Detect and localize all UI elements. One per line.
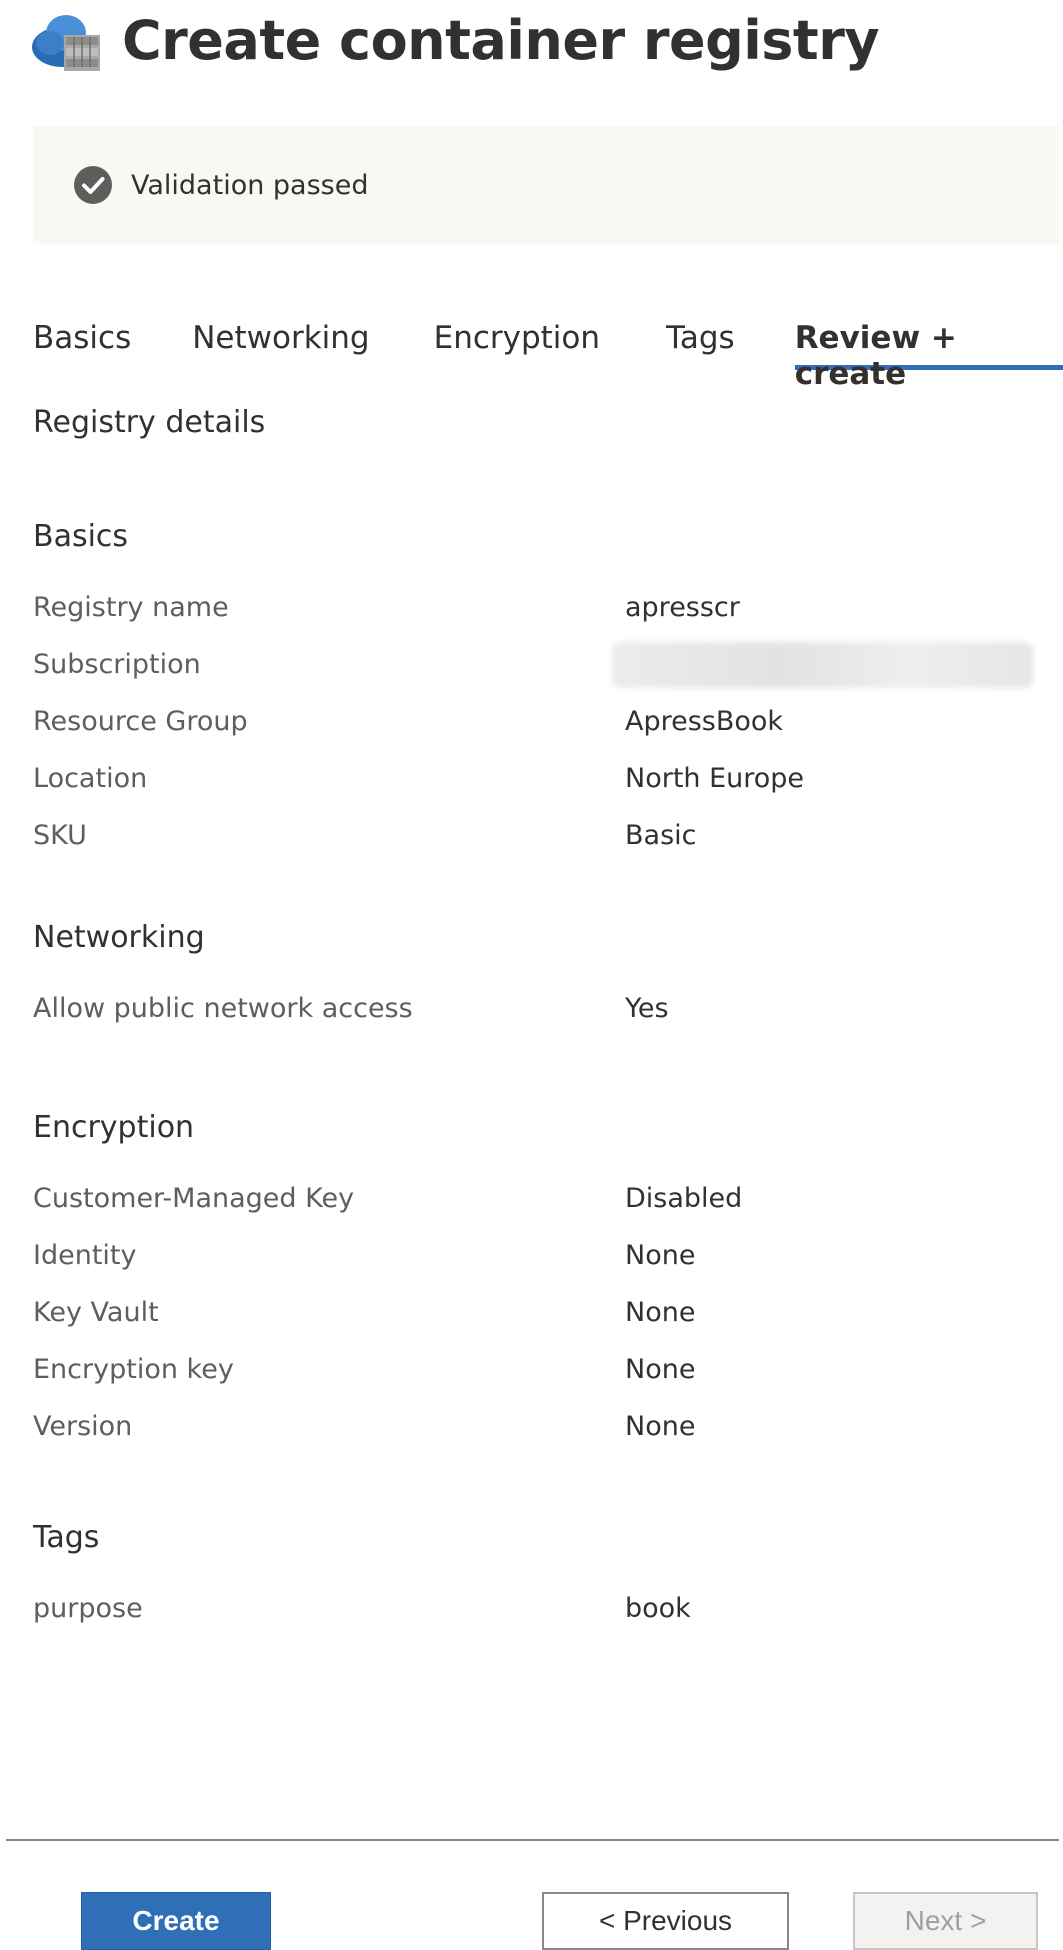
detail-label: purpose (33, 1593, 143, 1624)
section-tags-title: Tags (33, 1520, 100, 1555)
page-header: Create container registry (28, 0, 880, 80)
detail-label: Registry name (33, 592, 229, 623)
check-circle-icon (74, 166, 112, 204)
detail-label: Location (33, 763, 148, 794)
detail-row-identity: Identity None (33, 1227, 1033, 1284)
detail-value: book (625, 1593, 691, 1624)
next-button[interactable]: Next > (853, 1892, 1038, 1950)
detail-row-registry-name: Registry name apresscr (33, 579, 1033, 636)
detail-row-customer-managed-key: Customer-Managed Key Disabled (33, 1170, 1033, 1227)
detail-label: Key Vault (33, 1297, 159, 1328)
section-basics-title: Basics (33, 519, 129, 554)
detail-value: None (625, 1411, 696, 1442)
detail-row-encryption-key: Encryption key None (33, 1341, 1033, 1398)
detail-row-subscription: Subscription (33, 636, 1033, 693)
tab-review-create[interactable]: Review + create (794, 310, 1063, 392)
create-button[interactable]: Create (81, 1892, 271, 1950)
detail-row-tag-purpose: purpose book (33, 1580, 1033, 1637)
detail-label: Customer-Managed Key (33, 1183, 355, 1214)
create-registry-page: Create container registry Validation pas… (0, 0, 1063, 1950)
detail-value: ApressBook (625, 706, 784, 737)
footer-divider (6, 1839, 1059, 1841)
detail-row-key-vault: Key Vault None (33, 1284, 1033, 1341)
detail-label: Allow public network access (33, 993, 413, 1024)
detail-value: None (625, 1354, 696, 1385)
detail-value: Disabled (625, 1183, 743, 1214)
detail-value: apresscr (625, 592, 740, 623)
detail-label: Identity (33, 1240, 137, 1271)
detail-value: Yes (625, 993, 669, 1024)
registry-details: Registry details Basics Registry name ap… (33, 405, 1033, 1637)
detail-row-sku: SKU Basic (33, 807, 1033, 864)
wizard-tabs: Basics Networking Encryption Tags Review… (33, 310, 1063, 392)
detail-label: Version (33, 1411, 133, 1442)
section-encryption-title: Encryption (33, 1110, 195, 1145)
validation-message: Validation passed (131, 169, 369, 201)
detail-row-public-access: Allow public network access Yes (33, 980, 1033, 1037)
page-title: Create container registry (122, 8, 880, 72)
detail-value: Basic (625, 820, 697, 851)
detail-row-resource-group: Resource Group ApressBook (33, 693, 1033, 750)
detail-label: Resource Group (33, 706, 248, 737)
validation-banner: Validation passed (33, 126, 1059, 244)
detail-label: SKU (33, 820, 87, 851)
section-networking-title: Networking (33, 920, 205, 955)
redacted-subscription-value (612, 641, 1033, 688)
detail-row-version: Version None (33, 1398, 1033, 1455)
container-registry-icon (32, 15, 100, 71)
previous-button[interactable]: < Previous (542, 1892, 789, 1950)
tab-basics[interactable]: Basics (33, 310, 131, 370)
detail-label: Encryption key (33, 1354, 234, 1385)
tab-networking[interactable]: Networking (192, 310, 369, 370)
detail-value: None (625, 1240, 696, 1271)
registry-details-title: Registry details (33, 405, 266, 440)
tab-tags[interactable]: Tags (666, 310, 735, 370)
detail-value: North Europe (625, 763, 805, 794)
detail-value: None (625, 1297, 696, 1328)
detail-label: Subscription (33, 649, 201, 680)
tab-encryption[interactable]: Encryption (434, 310, 600, 370)
detail-row-location: Location North Europe (33, 750, 1033, 807)
